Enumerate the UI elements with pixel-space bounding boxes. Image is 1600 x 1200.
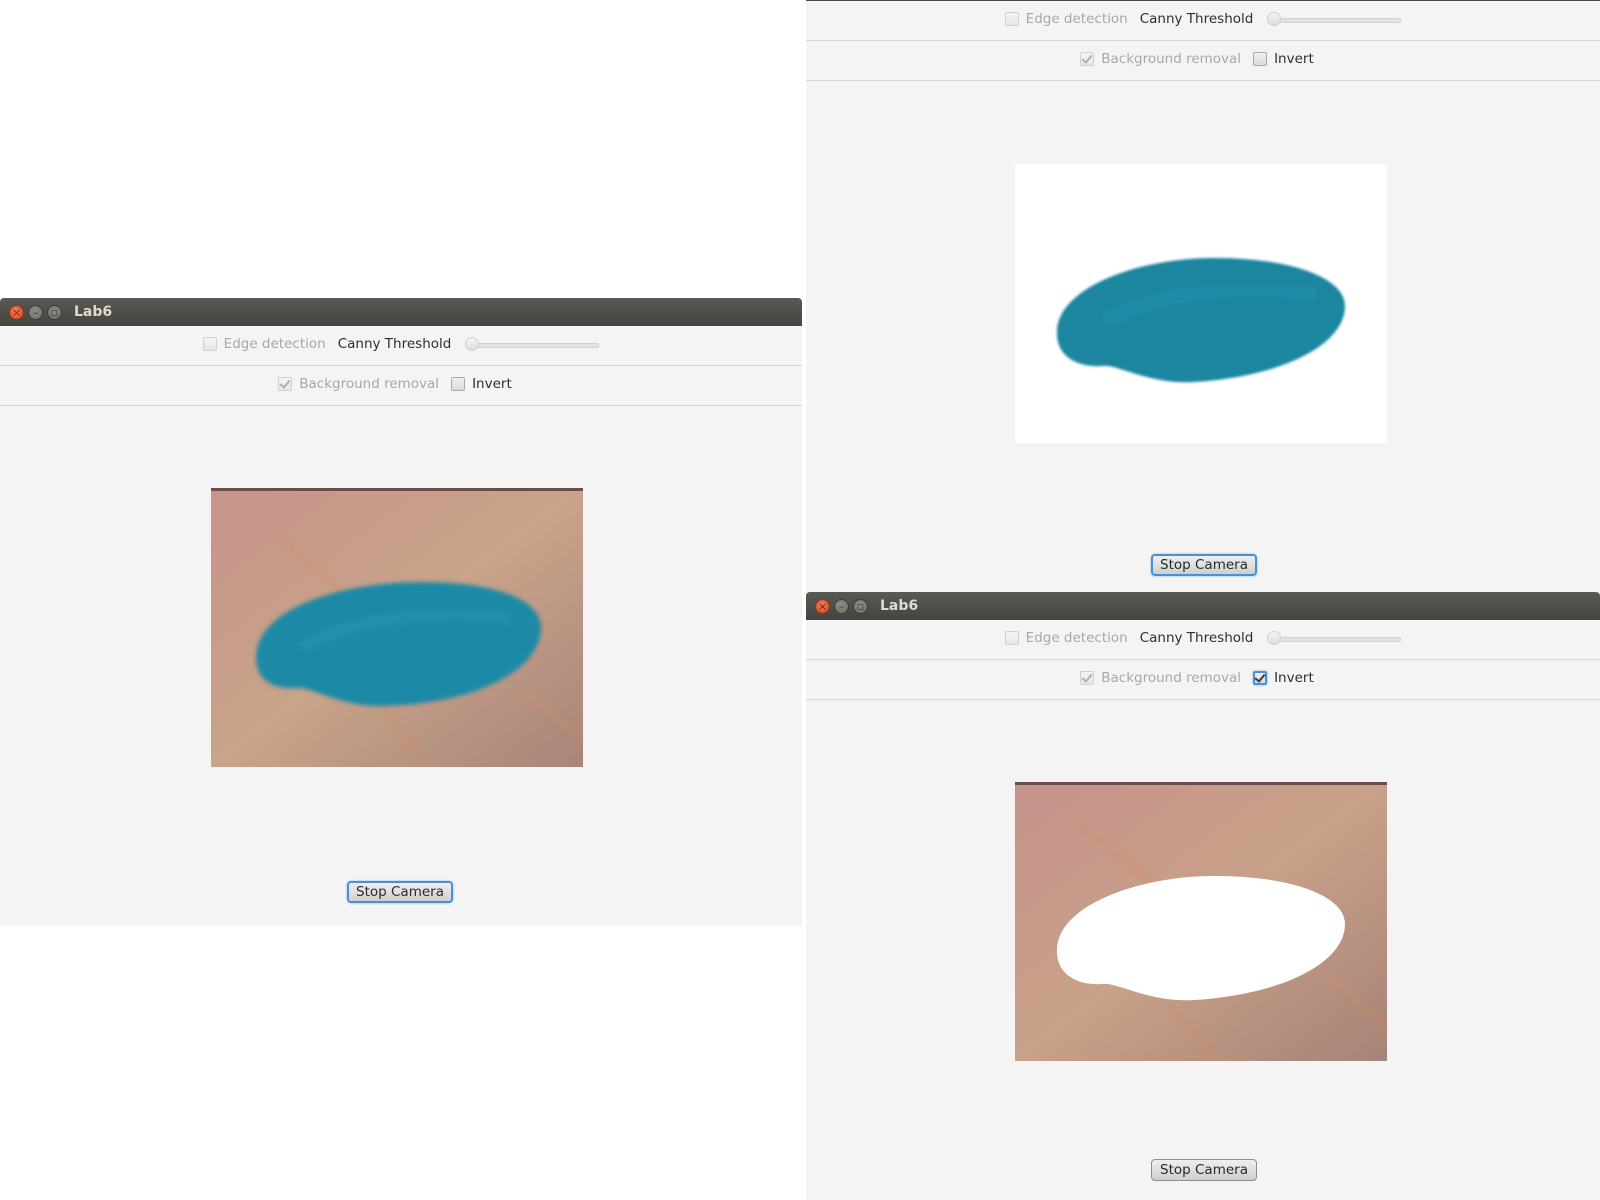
close-icon: ×: [11, 306, 22, 319]
slider-track: [471, 343, 600, 348]
invert-label: Invert: [1274, 670, 1314, 686]
minimize-icon: –: [32, 306, 39, 319]
edge-detection-checkbox[interactable]: [202, 337, 217, 351]
invert-checkbox[interactable]: [1253, 52, 1268, 66]
edge-detection-row: Edge detection Canny Threshold: [806, 620, 1600, 660]
canny-threshold-label: Canny Threshold: [337, 336, 452, 352]
maximize-window-button[interactable]: ▫: [853, 599, 868, 614]
background-removal-checkbox[interactable]: [1080, 671, 1095, 685]
window-title: Lab6: [74, 304, 113, 320]
camera-frame: [1015, 164, 1387, 443]
background-removal-row: Background removal Invert: [806, 660, 1600, 700]
invert-label: Invert: [472, 376, 512, 392]
canny-threshold-label: Canny Threshold: [1139, 630, 1254, 646]
stop-camera-button[interactable]: Stop Camera: [1151, 554, 1257, 576]
edge-detection-label: Edge detection: [223, 336, 326, 352]
edge-detection-label: Edge detection: [1025, 630, 1128, 646]
slider-thumb[interactable]: [1267, 12, 1282, 26]
maximize-icon: ▫: [50, 306, 59, 319]
background-removal-label: Background removal: [1101, 51, 1242, 67]
background-removal-checkbox[interactable]: [278, 377, 293, 391]
camera-frame: [211, 488, 583, 767]
camera-frame: [1015, 782, 1387, 1061]
background-removal-label: Background removal: [299, 376, 440, 392]
maximize-window-button[interactable]: ▫: [47, 305, 62, 320]
window-title: Lab6: [880, 598, 919, 614]
edge-detection-row: Edge detection Canny Threshold: [0, 326, 802, 366]
invert-checkbox[interactable]: [1253, 671, 1268, 685]
canny-threshold-slider[interactable]: [1267, 631, 1402, 645]
background-removal-checkbox[interactable]: [1080, 52, 1095, 66]
canny-threshold-slider[interactable]: [1267, 12, 1402, 26]
minimize-icon: –: [838, 600, 845, 613]
slider-thumb[interactable]: [1267, 631, 1282, 645]
edge-detection-checkbox[interactable]: [1004, 12, 1019, 26]
title-bar[interactable]: × – ▫ Lab6: [806, 592, 1600, 620]
background-removal-row: Background removal Invert: [0, 366, 802, 406]
edge-detection-row: Edge detection Canny Threshold: [806, 1, 1600, 41]
maximize-icon: ▫: [856, 600, 865, 613]
stop-camera-button[interactable]: Stop Camera: [1151, 1159, 1257, 1181]
slider-track: [1273, 18, 1402, 23]
close-icon: ×: [817, 600, 828, 613]
lab6-window-inverted: × – ▫ Lab6 Edge detection Canny Threshol…: [806, 592, 1600, 1200]
close-window-button[interactable]: ×: [815, 599, 830, 614]
canny-threshold-slider[interactable]: [465, 337, 600, 351]
slider-thumb[interactable]: [465, 337, 480, 351]
canny-threshold-label: Canny Threshold: [1139, 11, 1254, 27]
invert-checkbox[interactable]: [451, 377, 466, 391]
minimize-window-button[interactable]: –: [834, 599, 849, 614]
lab6-window-raw: × – ▫ Lab6 Edge detection Canny Threshol…: [0, 298, 802, 926]
lab6-window-background-removed: Edge detection Canny Threshold Backgroun…: [806, 0, 1600, 592]
edge-detection-label: Edge detection: [1025, 11, 1128, 27]
background-removal-label: Background removal: [1101, 670, 1242, 686]
stop-camera-button[interactable]: Stop Camera: [347, 881, 453, 903]
title-bar[interactable]: × – ▫ Lab6: [0, 298, 802, 326]
close-window-button[interactable]: ×: [9, 305, 24, 320]
edge-detection-checkbox[interactable]: [1004, 631, 1019, 645]
invert-label: Invert: [1274, 51, 1314, 67]
slider-track: [1273, 637, 1402, 642]
minimize-window-button[interactable]: –: [28, 305, 43, 320]
background-removal-row: Background removal Invert: [806, 41, 1600, 81]
